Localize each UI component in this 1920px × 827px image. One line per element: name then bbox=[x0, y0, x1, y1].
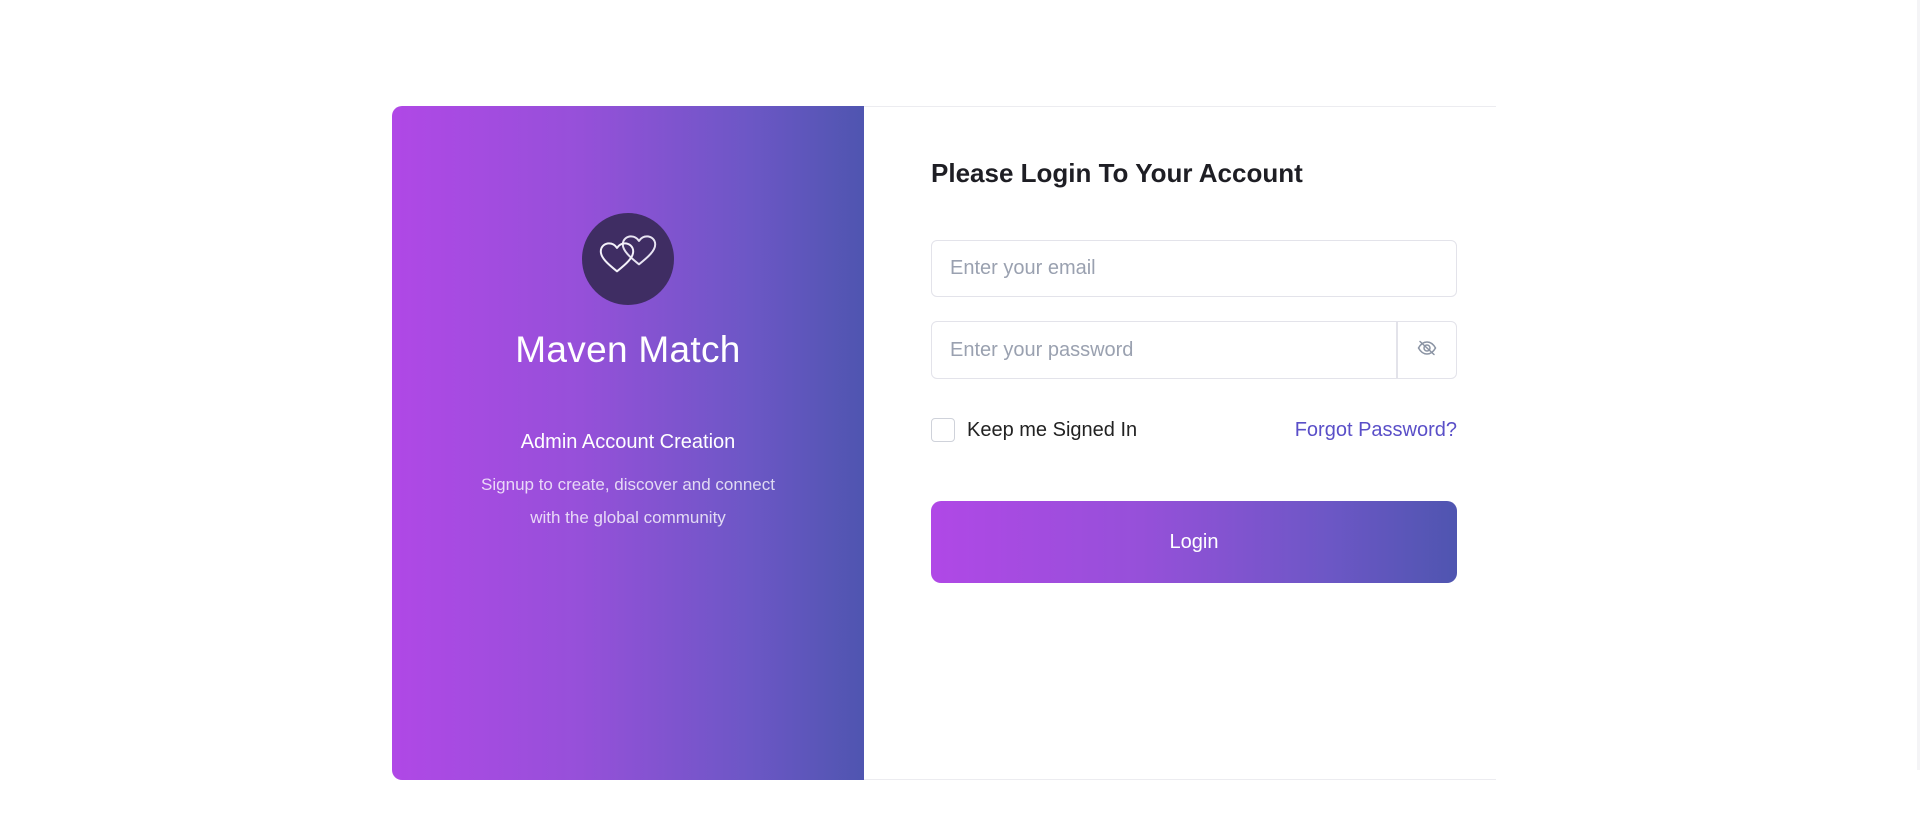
eye-slash-icon bbox=[1417, 340, 1437, 361]
email-input[interactable] bbox=[931, 240, 1457, 297]
forgot-password-link[interactable]: Forgot Password? bbox=[1295, 419, 1457, 442]
remember-checkbox[interactable] bbox=[931, 418, 955, 442]
password-field bbox=[931, 321, 1457, 379]
remember-label: Keep me Signed In bbox=[967, 418, 1138, 441]
login-card: Maven Match Admin Account Creation Signu… bbox=[392, 106, 1496, 780]
brand-heading: Admin Account Creation bbox=[520, 431, 736, 453]
password-input[interactable] bbox=[931, 321, 1398, 379]
login-page: Maven Match Admin Account Creation Signu… bbox=[0, 0, 1920, 827]
form-title: Please Login To Your Account bbox=[931, 158, 1303, 188]
login-button[interactable]: Login bbox=[931, 501, 1457, 583]
remember-me[interactable]: Keep me Signed In bbox=[931, 418, 1137, 442]
two-hearts-icon bbox=[598, 234, 658, 285]
toggle-password-button[interactable] bbox=[1397, 321, 1457, 379]
brand-panel: Maven Match Admin Account Creation Signu… bbox=[392, 106, 864, 780]
login-form-panel: Please Login To Your Account Enter your … bbox=[864, 106, 1496, 780]
brand-name: Maven Match bbox=[515, 329, 741, 370]
logo bbox=[582, 213, 674, 305]
brand-subtitle: Signup to create, discover and connect w… bbox=[481, 475, 775, 527]
options-row: Keep me Signed In Forgot Password? bbox=[931, 413, 1457, 447]
